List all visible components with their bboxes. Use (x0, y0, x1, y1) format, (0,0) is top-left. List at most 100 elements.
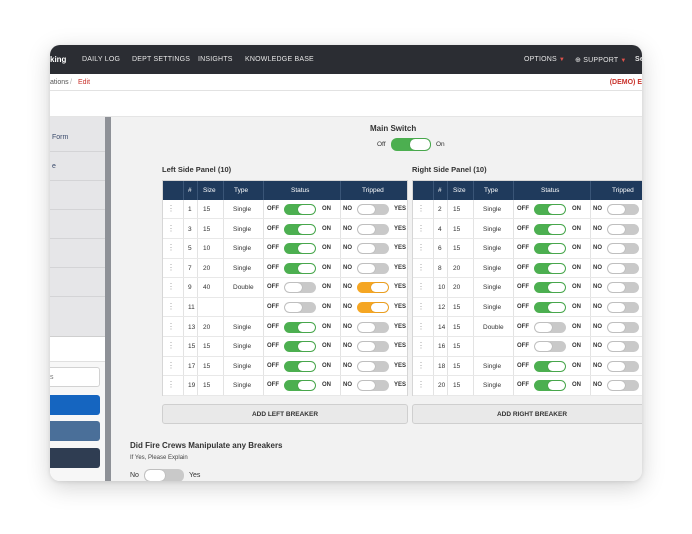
column-header-size[interactable]: Size (453, 187, 466, 194)
drag-handle-icon[interactable]: ⋮ (417, 322, 425, 331)
tripped-toggle[interactable] (607, 360, 639, 372)
drag-handle-icon[interactable]: ⋮ (167, 322, 175, 331)
tripped-toggle[interactable] (357, 321, 389, 333)
breaker-size[interactable]: 15 (203, 226, 210, 233)
tripped-toggle[interactable] (357, 341, 389, 353)
sidebar-input[interactable]: s (50, 367, 100, 387)
drag-handle-icon[interactable]: ⋮ (167, 380, 175, 389)
drag-handle-icon[interactable]: ⋮ (417, 243, 425, 252)
breaker-type[interactable]: Single (233, 382, 251, 389)
tripped-toggle[interactable] (607, 223, 639, 235)
sidebar-secondary-button[interactable] (50, 421, 100, 441)
drag-handle-icon[interactable]: ⋮ (167, 224, 175, 233)
tripped-toggle[interactable] (607, 204, 639, 215)
breaker-type[interactable]: Single (233, 343, 251, 350)
breaker-type[interactable]: Single (483, 363, 501, 370)
breaker-type[interactable]: Double (233, 284, 254, 291)
brand-logo[interactable]: king (50, 55, 66, 64)
nav-knowledge-base[interactable]: KNOWLEDGE BASE (245, 56, 314, 63)
breaker-type[interactable]: Single (483, 265, 501, 272)
sidebar-item[interactable] (50, 297, 105, 326)
status-toggle[interactable] (534, 302, 566, 313)
breaker-type[interactable]: Single (233, 245, 251, 252)
breaker-size[interactable]: 15 (453, 363, 460, 370)
breaker-size[interactable]: 15 (203, 363, 210, 370)
drag-handle-icon[interactable]: ⋮ (167, 243, 175, 252)
breaker-type[interactable]: Single (233, 363, 251, 370)
breaker-type[interactable]: Single (233, 226, 251, 233)
status-toggle[interactable] (284, 341, 316, 353)
breaker-type[interactable]: Single (233, 265, 251, 272)
sidebar-item-form[interactable]: Form (50, 123, 105, 152)
drag-handle-icon[interactable]: ⋮ (167, 282, 175, 291)
breaker-size[interactable]: 15 (453, 226, 460, 233)
breaker-type[interactable]: Single (483, 284, 501, 291)
drag-handle-icon[interactable]: ⋮ (167, 361, 175, 370)
breaker-size[interactable]: 20 (453, 284, 460, 291)
drag-handle-icon[interactable]: ⋮ (417, 204, 425, 213)
add-left-breaker-button[interactable]: ADD LEFT BREAKER (162, 404, 408, 424)
status-toggle[interactable] (534, 223, 566, 235)
column-header-type[interactable]: Type (484, 187, 498, 194)
status-toggle[interactable] (284, 360, 316, 372)
status-toggle[interactable] (534, 321, 566, 333)
drag-handle-icon[interactable]: ⋮ (417, 361, 425, 370)
breaker-size[interactable]: 15 (203, 382, 210, 389)
status-toggle[interactable] (534, 380, 566, 392)
nav-daily-log[interactable]: DAILY LOG (82, 56, 120, 63)
fire-crew-toggle[interactable] (144, 469, 184, 481)
status-toggle[interactable] (534, 243, 566, 255)
breaker-size[interactable]: 20 (203, 324, 210, 331)
status-toggle[interactable] (284, 282, 316, 294)
status-toggle[interactable] (534, 282, 566, 294)
status-toggle[interactable] (284, 380, 316, 392)
add-right-breaker-button[interactable]: ADD RIGHT BREAKER (412, 404, 642, 424)
sidebar-item-e[interactable]: e (50, 152, 105, 181)
drag-handle-icon[interactable]: ⋮ (167, 204, 175, 213)
status-toggle[interactable] (534, 204, 566, 215)
breaker-size[interactable]: 20 (453, 265, 460, 272)
breaker-type[interactable]: Single (483, 245, 501, 252)
column-header-type[interactable]: Type (234, 187, 248, 194)
sidebar-primary-button[interactable] (50, 395, 100, 415)
drag-handle-icon[interactable]: ⋮ (167, 263, 175, 272)
main-switch-toggle[interactable] (391, 138, 431, 151)
tripped-toggle[interactable] (357, 243, 389, 255)
breaker-size[interactable]: 15 (203, 343, 210, 350)
drag-handle-icon[interactable]: ⋮ (417, 302, 425, 311)
column-header-status[interactable]: Status (541, 187, 559, 194)
tripped-toggle[interactable] (607, 341, 639, 353)
breaker-type[interactable]: Single (233, 324, 251, 331)
breaker-size[interactable]: 15 (453, 343, 460, 350)
nav-right-fragment[interactable]: Se (635, 56, 642, 63)
drag-handle-icon[interactable]: ⋮ (417, 282, 425, 291)
breaker-size[interactable]: 20 (203, 265, 210, 272)
sidebar-item[interactable] (50, 210, 105, 239)
tripped-toggle[interactable] (607, 380, 639, 392)
status-toggle[interactable] (284, 262, 316, 274)
breaker-size[interactable]: 15 (203, 206, 210, 213)
tripped-toggle[interactable] (357, 380, 389, 392)
tripped-toggle[interactable] (357, 223, 389, 235)
breaker-size[interactable]: 15 (453, 245, 460, 252)
tripped-toggle[interactable] (357, 302, 389, 313)
breaker-type[interactable]: Single (483, 382, 501, 389)
column-header-tripped[interactable]: Tripped (362, 187, 384, 194)
tripped-toggle[interactable] (607, 302, 639, 313)
sidebar-item[interactable] (50, 239, 105, 268)
drag-handle-icon[interactable]: ⋮ (167, 302, 175, 311)
column-header-num[interactable]: # (438, 187, 442, 194)
status-toggle[interactable] (284, 243, 316, 255)
drag-handle-icon[interactable]: ⋮ (417, 380, 425, 389)
status-toggle[interactable] (284, 302, 316, 313)
tripped-toggle[interactable] (357, 282, 389, 294)
nav-insights[interactable]: INSIGHTS (198, 56, 233, 63)
sidebar-item[interactable] (50, 268, 105, 297)
column-header-tripped[interactable]: Tripped (612, 187, 634, 194)
nav-dept-settings[interactable]: DEPT SETTINGS (132, 56, 190, 63)
breaker-size[interactable]: 10 (203, 245, 210, 252)
sidebar-dark-button[interactable] (50, 448, 100, 468)
tripped-toggle[interactable] (607, 262, 639, 274)
status-toggle[interactable] (534, 360, 566, 372)
breaker-size[interactable]: 15 (453, 304, 460, 311)
